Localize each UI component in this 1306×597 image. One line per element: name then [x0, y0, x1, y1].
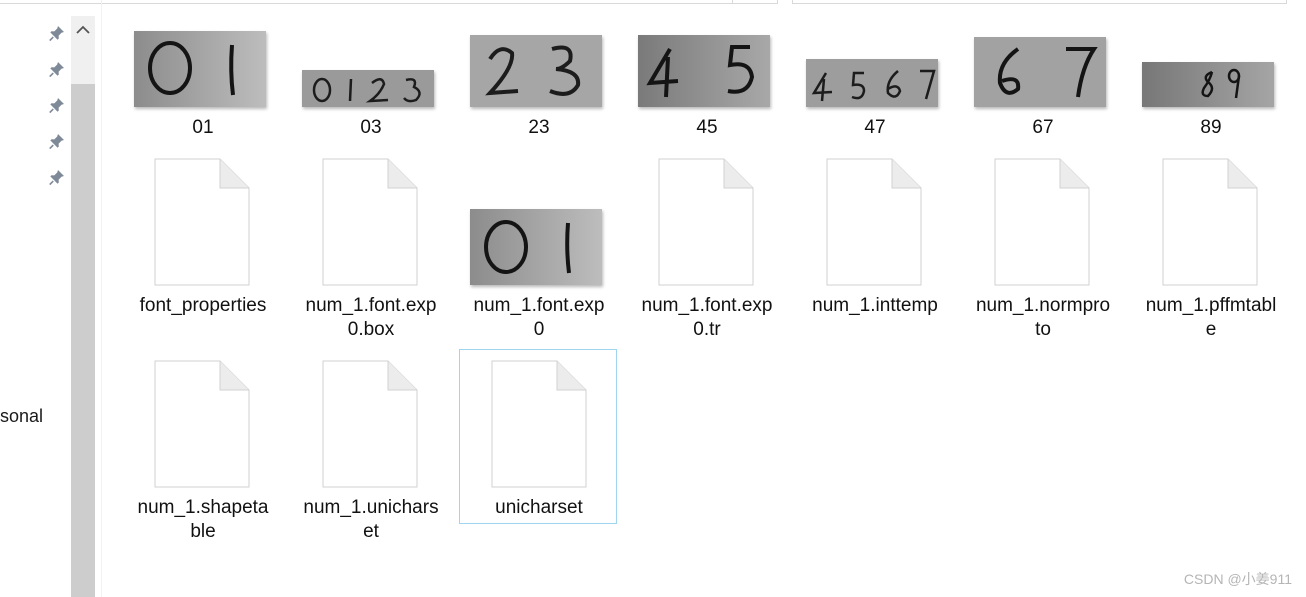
file-name: 67 [1032, 117, 1054, 138]
file-item[interactable]: num_1.normpro to [964, 150, 1122, 348]
image-thumbnail [974, 37, 1106, 107]
document-icon [322, 158, 418, 286]
image-thumbnail [638, 35, 770, 107]
document-icon [322, 360, 418, 488]
pane-divider[interactable] [101, 0, 102, 597]
file-name: num_1.unichars et [303, 497, 439, 542]
file-name: font_properties [139, 295, 267, 316]
pin-icon[interactable] [48, 96, 66, 114]
file-name: num_1.font.exp 0 [473, 295, 605, 340]
document-icon [1162, 158, 1258, 286]
file-name: num_1.pffmtabl e [1145, 295, 1277, 340]
file-item[interactable]: num_1.pffmtabl e [1132, 150, 1290, 348]
file-item[interactable]: 23 [460, 24, 618, 146]
image-thumbnail [470, 209, 602, 285]
document-icon [994, 158, 1090, 286]
file-item[interactable]: 67 [964, 24, 1122, 146]
sidebar-item-personal[interactable]: sonal [0, 406, 43, 427]
image-thumbnail [134, 31, 266, 107]
file-item-selected[interactable]: unicharset [459, 349, 617, 524]
chevron-up-icon[interactable] [71, 16, 95, 44]
file-name: 01 [192, 117, 214, 138]
search-box[interactable] [792, 0, 1287, 4]
file-name: 45 [696, 117, 718, 138]
document-icon [826, 158, 922, 286]
address-bar[interactable] [0, 0, 778, 4]
file-name: 23 [528, 117, 550, 138]
file-name: 47 [864, 117, 886, 138]
file-name: 89 [1200, 117, 1222, 138]
image-thumbnail [302, 70, 434, 107]
file-name: num_1.shapeta ble [137, 497, 269, 542]
pin-icon[interactable] [48, 60, 66, 78]
file-item[interactable]: num_1.shapeta ble [124, 352, 282, 550]
file-item[interactable]: num_1.font.exp 0 [460, 150, 618, 348]
file-name: unicharset [495, 497, 583, 518]
file-item[interactable]: 03 [292, 24, 450, 146]
pin-icon[interactable] [48, 132, 66, 150]
file-item[interactable]: num_1.inttemp [796, 150, 954, 348]
file-item[interactable]: num_1.font.exp 0.tr [628, 150, 786, 348]
document-icon [658, 158, 754, 286]
pin-icon[interactable] [48, 168, 66, 186]
file-item[interactable]: num_1.unichars et [292, 352, 450, 550]
file-name: num_1.font.exp 0.box [305, 295, 437, 340]
image-thumbnail [806, 59, 938, 107]
file-item[interactable]: 47 [796, 24, 954, 146]
file-item[interactable]: 89 [1132, 24, 1290, 146]
image-thumbnail [1142, 62, 1274, 107]
file-name: num_1.normpro to [975, 295, 1111, 340]
document-icon [154, 158, 250, 286]
file-item[interactable]: 45 [628, 24, 786, 146]
file-name: 03 [360, 117, 382, 138]
pin-icon[interactable] [48, 24, 66, 42]
file-name: num_1.inttemp [812, 295, 938, 316]
file-name: num_1.font.exp 0.tr [641, 295, 773, 340]
address-bar-divider [732, 0, 733, 4]
document-icon [154, 360, 250, 488]
image-thumbnail [470, 35, 602, 107]
file-item[interactable]: 01 [124, 24, 282, 146]
document-icon [491, 360, 587, 488]
file-item[interactable]: num_1.font.exp 0.box [292, 150, 450, 348]
file-item[interactable]: font_properties [124, 150, 282, 348]
watermark: CSDN @小姜911 [1183, 571, 1292, 587]
scrollbar-thumb[interactable] [71, 84, 95, 597]
